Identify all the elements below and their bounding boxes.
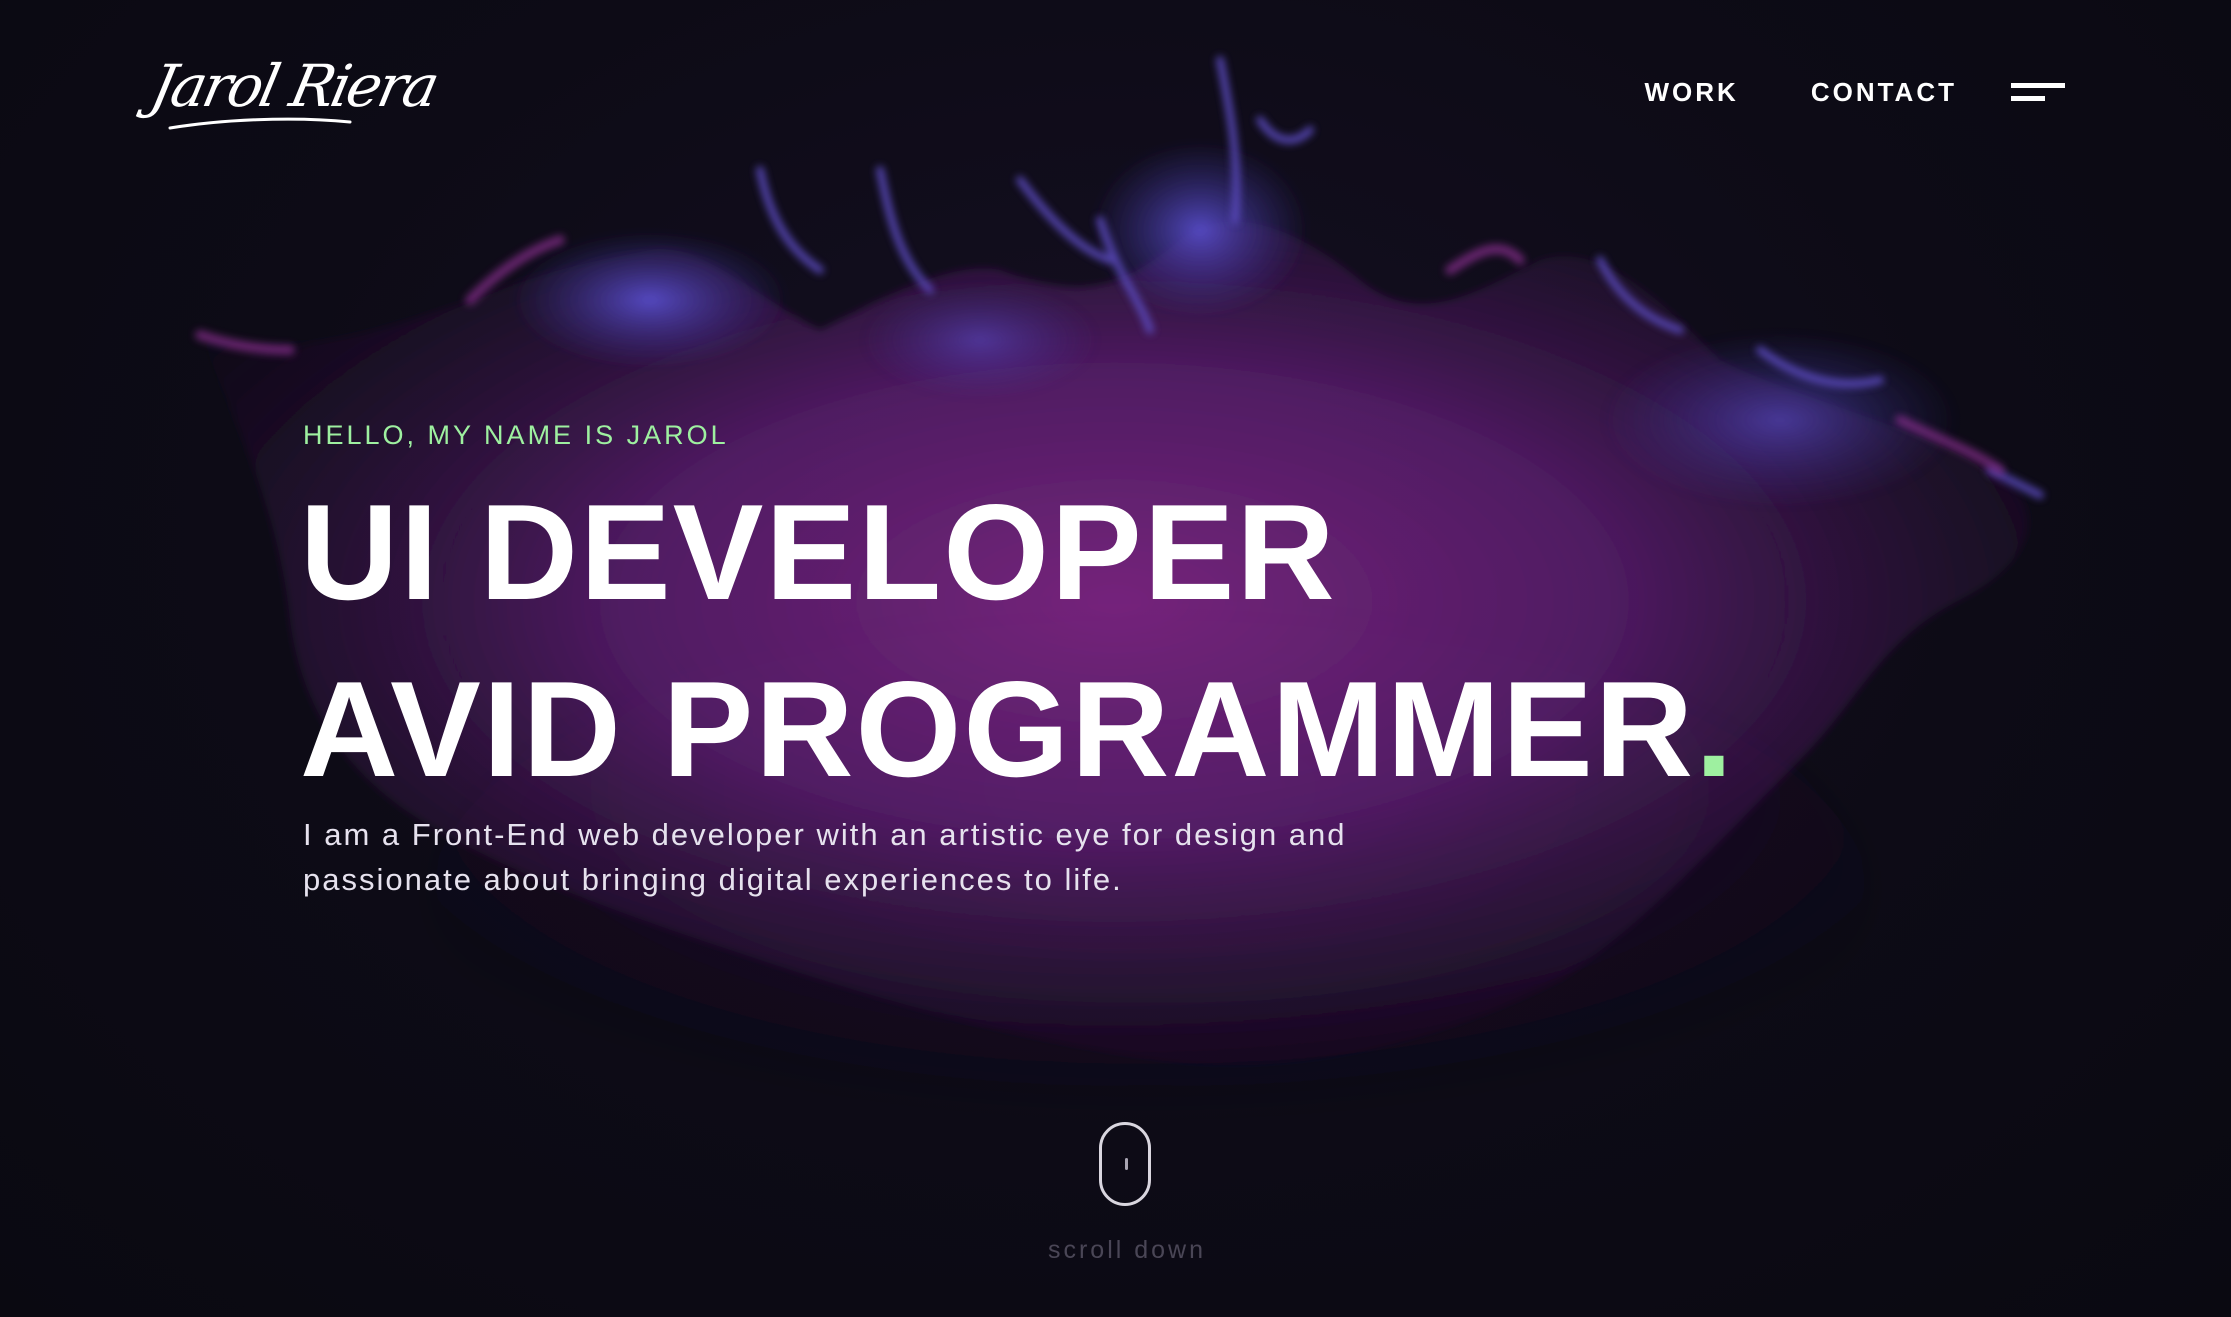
nav-link-work[interactable]: WORK (1645, 77, 1739, 108)
headline-line-2: AVID PROGRAMMER. (300, 661, 1735, 797)
mouse-wheel-icon (1125, 1158, 1128, 1170)
nav-link-contact[interactable]: CONTACT (1811, 77, 1957, 108)
main-nav: WORK CONTACT (1645, 72, 2068, 112)
hamburger-menu-icon[interactable] (2011, 77, 2067, 107)
mouse-scroll-icon[interactable] (1099, 1122, 1151, 1206)
headline-line-1: UI DEVELOPER (300, 484, 1337, 620)
menu-bar-top (2011, 83, 2065, 88)
hero-description: I am a Front-End web developer with an a… (303, 817, 1347, 897)
headline-line-1-text: UI DEVELOPER (300, 476, 1337, 628)
menu-bar-bottom (2011, 96, 2045, 101)
logo[interactable]: Jarol Riera (145, 48, 443, 138)
headline-line-2-text: AVID PROGRAMMER (300, 653, 1696, 805)
hero-page: Jarol Riera WORK CONTACT HELLO, MY NAME … (0, 0, 2231, 1317)
hero-intro: HELLO, MY NAME IS JAROL (303, 420, 729, 450)
headline-accent-dot: . (1695, 653, 1735, 805)
scroll-down-label[interactable]: scroll down (1045, 1236, 1209, 1265)
logo-underline-icon (168, 117, 352, 130)
